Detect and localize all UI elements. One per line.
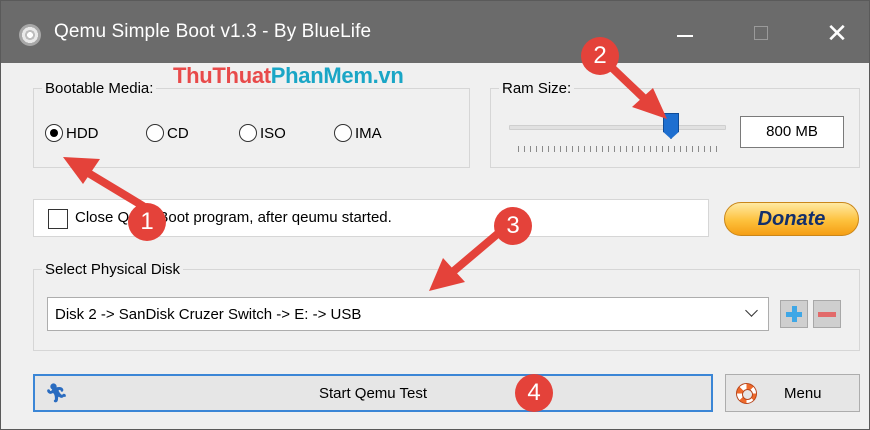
plus-icon-vertical [792, 306, 797, 322]
close-after-start-checkbox[interactable] [48, 209, 68, 229]
minimize-button[interactable] [665, 15, 705, 51]
radio-cd-label: CD [167, 124, 189, 142]
watermark-part3: .vn [372, 63, 404, 88]
radio-unchecked-icon [146, 124, 164, 142]
radio-hdd-label: HDD [66, 124, 99, 142]
radio-iso-label: ISO [260, 124, 286, 142]
start-qemu-test-label: Start Qemu Test [318, 385, 428, 402]
remove-disk-button[interactable] [813, 300, 841, 328]
close-button[interactable]: ✕ [817, 15, 857, 51]
radio-hdd[interactable]: HDD [45, 123, 99, 143]
ram-size-title: Ram Size: [499, 80, 575, 97]
bootable-media-title: Bootable Media: [42, 80, 157, 97]
step-badge-2: 2 [581, 37, 619, 75]
minus-icon [818, 312, 836, 317]
ram-slider-track[interactable] [509, 125, 726, 130]
chevron-down-icon [745, 304, 758, 317]
physical-disk-title: Select Physical Disk [42, 261, 184, 278]
watermark: ThuThuatPhanMem.vn [173, 63, 404, 89]
maximize-icon [754, 26, 768, 40]
watermark-part2: PhanMem [270, 63, 373, 88]
radio-ima-label: IMA [355, 124, 382, 142]
lifebuoy-icon [736, 383, 757, 404]
ram-value-field[interactable]: 800 MB [740, 116, 844, 148]
step-badge-1: 1 [128, 203, 166, 241]
radio-iso[interactable]: ISO [239, 123, 286, 143]
step-badge-3: 3 [494, 207, 532, 245]
step-badge-4: 4 [515, 374, 553, 412]
start-qemu-test-button[interactable]: 🏃︎ Start Qemu Test [33, 374, 713, 412]
window-title: Qemu Simple Boot v1.3 - By BlueLife [54, 21, 372, 42]
donate-button[interactable]: Donate [724, 202, 859, 236]
app-window: Qemu Simple Boot v1.3 - By BlueLife ✕ Bo… [0, 0, 870, 430]
radio-ima[interactable]: IMA [334, 123, 382, 143]
radio-cd[interactable]: CD [146, 123, 189, 143]
menu-label: Menu [784, 385, 822, 402]
radio-checked-icon [45, 124, 63, 142]
radio-unchecked-icon [334, 124, 352, 142]
minimize-icon [677, 35, 693, 37]
ram-slider-ticks [518, 146, 718, 152]
physical-disk-select[interactable]: Disk 2 -> SanDisk Cruzer Switch -> E: ->… [47, 297, 769, 331]
close-after-start-label: Close QemuBoot program, after qeumu star… [75, 209, 392, 226]
cd-disc-icon [19, 24, 41, 46]
watermark-part1: ThuThuat [173, 63, 271, 88]
radio-unchecked-icon [239, 124, 257, 142]
title-bar[interactable]: Qemu Simple Boot v1.3 - By BlueLife ✕ [1, 1, 869, 63]
physical-disk-selected: Disk 2 -> SanDisk Cruzer Switch -> E: ->… [55, 306, 362, 323]
menu-button[interactable]: Menu [725, 374, 860, 412]
add-disk-button[interactable] [780, 300, 808, 328]
maximize-button[interactable] [741, 15, 781, 51]
